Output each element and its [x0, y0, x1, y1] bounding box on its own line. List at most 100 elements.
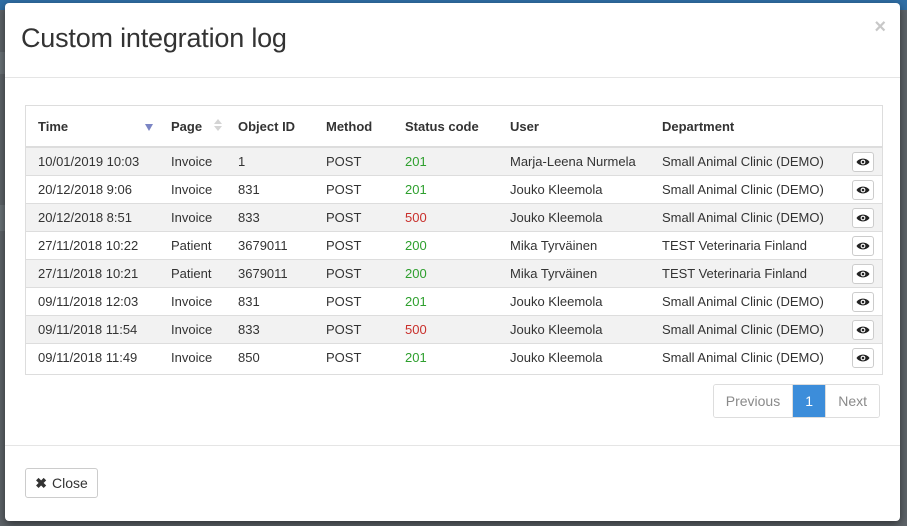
- column-header-label: Method: [326, 118, 373, 134]
- cell-page: Patient: [159, 231, 226, 260]
- cell-object-id: 850: [226, 343, 314, 371]
- eye-icon: [856, 158, 870, 165]
- eye-icon: [856, 326, 870, 333]
- cell-actions: [840, 147, 882, 176]
- cell-object-id: 3679011: [226, 259, 314, 288]
- cell-method: POST: [314, 231, 393, 260]
- times-icon: ✖: [35, 474, 47, 491]
- cell-status-code: 201: [393, 287, 498, 316]
- table-row: 20/12/2018 8:51 Invoice 833 POST 500 Jou…: [26, 203, 882, 232]
- column-header-status-code: Status code: [393, 106, 498, 148]
- cell-user: Jouko Kleemola: [498, 315, 650, 344]
- modal-title: Custom integration log: [21, 23, 287, 53]
- table-row: 27/11/2018 10:21 Patient 3679011 POST 20…: [26, 259, 882, 288]
- cell-department: Small Animal Clinic (DEMO): [650, 203, 840, 232]
- column-header-time[interactable]: Time: [26, 106, 159, 148]
- table-row: 09/11/2018 11:49 Invoice 850 POST 201 Jo…: [26, 343, 882, 371]
- cell-department: Small Animal Clinic (DEMO): [650, 175, 840, 204]
- cell-object-id: 831: [226, 287, 314, 316]
- cell-time: 10/01/2019 10:03: [26, 147, 159, 176]
- cell-status-code: 200: [393, 231, 498, 260]
- cell-time: 09/11/2018 11:54: [26, 315, 159, 344]
- cell-page: Invoice: [159, 315, 226, 344]
- eye-icon: [856, 354, 870, 361]
- view-details-button[interactable]: [852, 207, 874, 228]
- pagination-next-button[interactable]: Next: [825, 385, 879, 417]
- cell-department: TEST Veterinaria Finland: [650, 259, 840, 288]
- cell-actions: [840, 287, 882, 316]
- column-header-label: Time: [38, 118, 69, 134]
- view-details-button[interactable]: [852, 235, 874, 256]
- cell-status-code: 201: [393, 147, 498, 176]
- cell-time: 27/11/2018 10:21: [26, 259, 159, 288]
- view-details-button[interactable]: [852, 319, 874, 340]
- cell-user: Mika Tyrväinen: [498, 231, 650, 260]
- eye-icon: [856, 270, 870, 277]
- cell-time: 09/11/2018 12:03: [26, 287, 159, 316]
- cell-page: Invoice: [159, 175, 226, 204]
- cell-object-id: 833: [226, 203, 314, 232]
- cell-method: POST: [314, 147, 393, 176]
- modal-footer: ✖ Close: [5, 445, 900, 522]
- cell-user: Jouko Kleemola: [498, 343, 650, 371]
- table-row: 09/11/2018 11:54 Invoice 833 POST 500 Jo…: [26, 315, 882, 344]
- cell-object-id: 3679011: [226, 231, 314, 260]
- cell-page: Patient: [159, 259, 226, 288]
- column-header-method: Method: [314, 106, 393, 148]
- cell-page: Invoice: [159, 287, 226, 316]
- view-details-button[interactable]: [852, 263, 874, 284]
- cell-time: 20/12/2018 9:06: [26, 175, 159, 204]
- column-header-object-id: Object ID: [226, 106, 314, 148]
- pagination: Previous 1 Next: [712, 384, 880, 418]
- table-row: 20/12/2018 9:06 Invoice 831 POST 201 Jou…: [26, 175, 882, 204]
- cell-time: 20/12/2018 8:51: [26, 203, 159, 232]
- cell-user: Jouko Kleemola: [498, 203, 650, 232]
- pagination-page-1[interactable]: 1: [793, 385, 826, 417]
- cell-actions: [840, 259, 882, 288]
- column-header-department: Department: [650, 106, 840, 148]
- cell-actions: [840, 203, 882, 232]
- view-details-button[interactable]: [852, 291, 874, 312]
- column-header-page[interactable]: Page: [159, 106, 226, 148]
- table-row: 09/11/2018 12:03 Invoice 831 POST 201 Jo…: [26, 287, 882, 316]
- cell-object-id: 833: [226, 315, 314, 344]
- close-button[interactable]: ✖ Close: [25, 468, 98, 498]
- modal-header: Custom integration log ×: [5, 3, 900, 78]
- column-header-label: Department: [662, 118, 735, 134]
- cell-actions: [840, 315, 882, 344]
- cell-user: Mika Tyrväinen: [498, 259, 650, 288]
- cell-page: Invoice: [159, 147, 226, 176]
- close-button-label: Close: [51, 475, 88, 491]
- cell-object-id: 831: [226, 175, 314, 204]
- view-details-button[interactable]: [852, 347, 874, 368]
- cell-method: POST: [314, 315, 393, 344]
- cell-time: 27/11/2018 10:22: [26, 231, 159, 260]
- table-row: 27/11/2018 10:22 Patient 3679011 POST 20…: [26, 231, 882, 260]
- close-icon[interactable]: ×: [874, 17, 886, 37]
- sort-icon: [214, 119, 222, 133]
- cell-department: TEST Veterinaria Finland: [650, 231, 840, 260]
- cell-method: POST: [314, 175, 393, 204]
- column-header-label: Object ID: [238, 118, 296, 134]
- cell-user: Jouko Kleemola: [498, 175, 650, 204]
- view-details-button[interactable]: [852, 151, 874, 172]
- cell-user: Marja-Leena Nurmela: [498, 147, 650, 176]
- cell-method: POST: [314, 343, 393, 371]
- integration-log-modal: Custom integration log × Time Page Objec…: [5, 3, 900, 521]
- cell-department: Small Animal Clinic (DEMO): [650, 287, 840, 316]
- cell-actions: [840, 175, 882, 204]
- pagination-previous-button[interactable]: Previous: [713, 385, 794, 417]
- cell-actions: [840, 343, 882, 371]
- cell-time: 09/11/2018 11:49: [26, 343, 159, 371]
- cell-method: POST: [314, 287, 393, 316]
- table-header-row: Time Page Object ID Method Status code U…: [26, 106, 882, 148]
- eye-icon: [856, 214, 870, 221]
- integration-log-table: Time Page Object ID Method Status code U…: [25, 105, 883, 375]
- cell-department: Small Animal Clinic (DEMO): [650, 147, 840, 176]
- cell-status-code: 200: [393, 259, 498, 288]
- cell-object-id: 1: [226, 147, 314, 176]
- view-details-button[interactable]: [852, 179, 874, 200]
- cell-method: POST: [314, 259, 393, 288]
- column-header-user: User: [498, 106, 650, 148]
- eye-icon: [856, 186, 870, 193]
